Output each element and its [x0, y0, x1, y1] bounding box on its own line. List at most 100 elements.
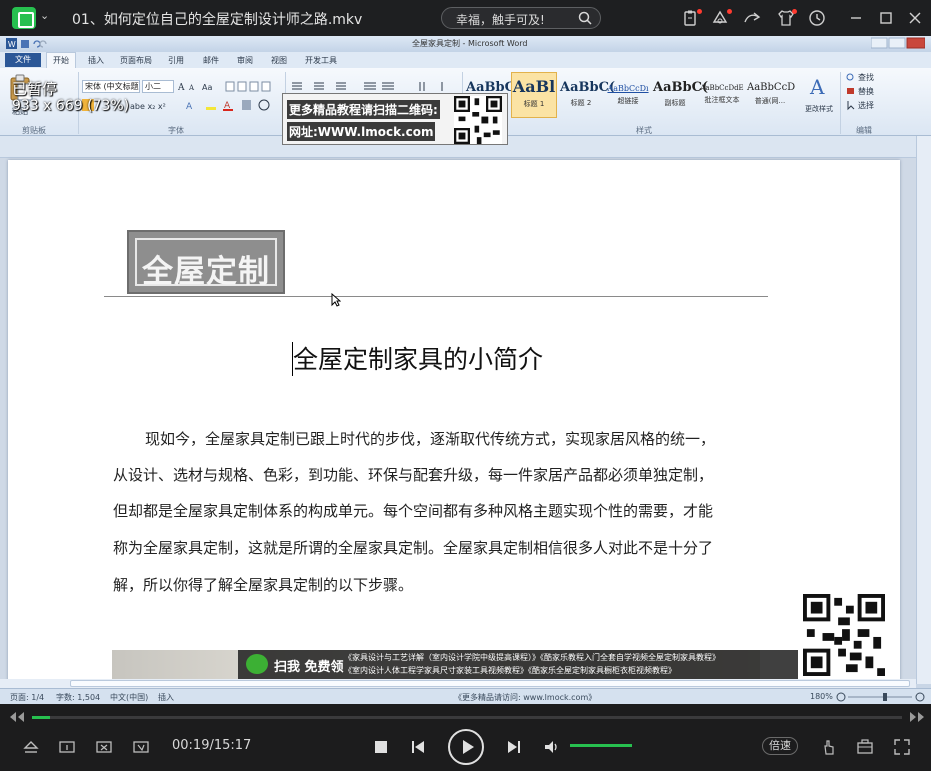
paragraph-line[interactable]: 称为全屋家具定制，这就是所谓的全屋家具定制。全屋家具定制相信很多人对此不是十分了: [113, 537, 713, 558]
hand-icon[interactable]: [820, 738, 838, 756]
font-size-combo[interactable]: 小二: [142, 80, 174, 93]
tab-home[interactable]: 开始: [46, 52, 76, 68]
scroll-thumb[interactable]: [70, 680, 910, 687]
header-rule: [104, 296, 768, 297]
change-styles-label[interactable]: 更改样式: [805, 104, 833, 114]
speed-button[interactable]: 倍速: [762, 737, 798, 755]
vertical-scrollbar[interactable]: [916, 136, 931, 684]
search-box[interactable]: 幸福，触手可及!: [441, 7, 601, 29]
progress-fill: [32, 716, 50, 719]
style-normal-web[interactable]: AaBbCcD 普通(网...: [747, 72, 795, 118]
style-heading-1[interactable]: AaBl 标题 1: [511, 72, 557, 118]
tab-developer[interactable]: 开发工具: [305, 55, 337, 66]
document-logo: 全屋定制: [127, 230, 285, 294]
paragraph-line[interactable]: 从设计、选材与规格、色彩，到功能、环保与配套升级，每一件家居产品都必须单独定制，: [113, 464, 713, 485]
style-hyperlink[interactable]: AaBbCcDı 超链接: [605, 72, 651, 118]
toolbox-icon[interactable]: [856, 738, 874, 756]
svg-text:A: A: [188, 84, 195, 92]
notification-dot: [792, 9, 797, 14]
tab-references[interactable]: 引用: [168, 55, 184, 66]
svg-text:abe x₂ x²: abe x₂ x²: [130, 102, 166, 111]
screenshot-icon[interactable]: [58, 739, 76, 755]
promo-banner[interactable]: 扫我 免费领 《家具设计与工艺详解（室内设计学院中级提高课程）》《酷家乐教程入门…: [238, 650, 798, 680]
group-editing-label: 编辑: [856, 126, 872, 135]
status-site: 《更多精品请访问: www.lmock.com》: [454, 693, 597, 702]
status-page[interactable]: 页面: 1/4: [10, 692, 44, 703]
svg-text:A: A: [178, 83, 185, 93]
paragraph-line[interactable]: 解，所以你得了解全屋家具定制的以下步骤。: [113, 574, 413, 595]
volume-icon[interactable]: [543, 739, 561, 755]
video-frame[interactable]: W 全屋家具定制 - Microsoft Word 文件 开始 插入 页面布局 …: [0, 36, 931, 704]
wechat-icon: [246, 654, 268, 674]
volume-slider[interactable]: [570, 744, 632, 747]
previous-icon[interactable]: [410, 739, 426, 755]
clock-icon[interactable]: [807, 8, 827, 28]
volume-fill: [570, 744, 632, 747]
horizontal-scrollbar[interactable]: [0, 679, 916, 688]
qr-code-icon: [454, 96, 502, 144]
close-icon[interactable]: [905, 8, 925, 28]
player-logo-icon[interactable]: [12, 7, 36, 29]
maximize-icon[interactable]: [876, 8, 896, 28]
replace-button[interactable]: 替换: [858, 86, 874, 97]
quick-access-toolbar[interactable]: W: [6, 38, 76, 50]
play-icon: [463, 740, 474, 754]
status-language[interactable]: 中文(中国): [110, 692, 148, 703]
change-styles-icon[interactable]: A: [806, 74, 832, 100]
record-icon[interactable]: [132, 739, 150, 755]
player-controls: 00:19/15:17 倍速: [0, 704, 931, 771]
tab-mailings[interactable]: 邮件: [203, 55, 219, 66]
svg-text:A: A: [809, 75, 825, 99]
progress-bar[interactable]: [32, 716, 902, 719]
playback-time: 00:19/15:17: [172, 738, 252, 753]
next-icon[interactable]: [506, 739, 522, 755]
zoom-slider[interactable]: [836, 692, 926, 702]
notification-dot: [727, 9, 732, 14]
rewind-icon[interactable]: [8, 711, 26, 723]
search-text[interactable]: 幸福，触手可及!: [456, 11, 545, 28]
status-insert[interactable]: 插入: [158, 692, 174, 703]
fast-forward-icon[interactable]: [908, 711, 926, 723]
ribbon-separator: [840, 72, 841, 134]
watermark-ad: 更多精品教程请扫描二维码: 网址:WWW.lmock.com: [282, 93, 508, 145]
word-window-buttons[interactable]: [871, 37, 925, 49]
chevron-down-icon[interactable]: ⌄: [40, 9, 49, 22]
play-button[interactable]: [448, 729, 484, 765]
player-titlebar: ⌄ 01、如何定位自己的全屋定制设计师之路.mkv 幸福，触手可及!: [0, 0, 931, 36]
notification-dot: [697, 9, 702, 14]
search-icon[interactable]: [578, 11, 592, 25]
select-button[interactable]: 选择: [858, 100, 874, 111]
find-button[interactable]: 查找: [858, 72, 874, 83]
style-subtitle[interactable]: AaBbC( 副标题: [653, 72, 708, 118]
tab-view[interactable]: 视图: [271, 55, 287, 66]
svg-text:Aa: Aa: [202, 83, 212, 92]
player-status-overlay: 已暂停 933 x 669 (73%): [12, 80, 129, 115]
paragraph-line[interactable]: 现如今，全屋家具定制已跟上时代的步伐，逐渐取代传统方式，实现家居风格的统一，: [145, 428, 715, 449]
document-page[interactable]: 全屋定制 全屋定制家具的小简介 现如今，全屋家具定制已跟上时代的步伐，逐渐取代传…: [8, 160, 900, 700]
fullscreen-icon[interactable]: [893, 738, 911, 756]
share-icon[interactable]: [742, 8, 762, 28]
paragraph-line[interactable]: 但却都是全屋家具定制体系的构成单元。每个空间都有多种风格主题实现个性的需要，才能: [113, 500, 713, 521]
logo-text: 全屋定制: [142, 254, 270, 290]
ad-text: 更多精品教程请扫描二维码:: [287, 100, 440, 119]
svg-text:W: W: [8, 40, 16, 49]
font-tools-row1[interactable]: A A Aa: [178, 80, 274, 93]
tab-review[interactable]: 审阅: [237, 55, 253, 66]
resolution-indicator: 933 x 669 (73%): [12, 98, 130, 114]
document-title[interactable]: 全屋定制家具的小简介: [293, 340, 543, 376]
qr-code-icon: [803, 594, 885, 676]
status-words[interactable]: 字数: 1,504: [56, 692, 100, 703]
tab-file[interactable]: 文件: [5, 53, 41, 67]
minimize-icon[interactable]: [846, 8, 866, 28]
subtitle-icon[interactable]: [95, 739, 113, 755]
style-heading-2[interactable]: AaBbC( 标题 2: [560, 72, 615, 118]
document-area: 全屋定制 全屋定制家具的小简介 现如今，全屋家具定制已跟上时代的步伐，逐渐取代传…: [0, 136, 931, 700]
eject-icon[interactable]: [22, 739, 40, 755]
stop-icon[interactable]: [373, 739, 389, 755]
group-clipboard-label: 剪贴板: [22, 126, 46, 135]
tab-page-layout[interactable]: 页面布局: [120, 55, 152, 66]
svg-text:A: A: [186, 102, 193, 112]
style-balloon-text[interactable]: AaBbCcDdE 批注框文本: [699, 72, 745, 118]
tab-insert[interactable]: 插入: [88, 55, 104, 66]
status-zoom[interactable]: 180%: [810, 692, 833, 701]
